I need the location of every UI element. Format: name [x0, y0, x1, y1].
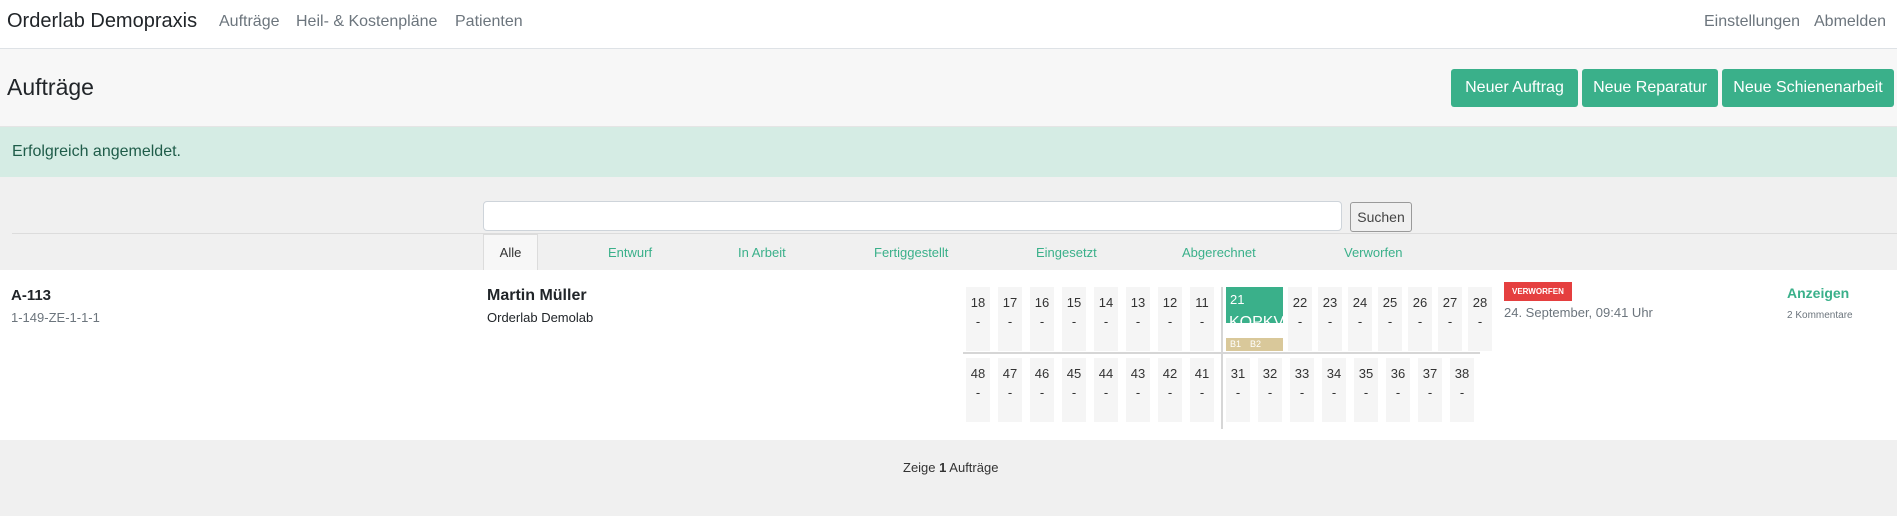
tooth-21-number: 21 — [1230, 292, 1245, 307]
tooth-34: 34- — [1322, 358, 1346, 422]
results-prefix: Zeige — [903, 460, 936, 475]
tooth-48: 48- — [966, 358, 990, 422]
tab-entwurf[interactable]: Entwurf — [608, 245, 652, 260]
tooth-tag: B1 — [1230, 339, 1242, 349]
nav-link-patienten[interactable]: Patienten — [455, 13, 523, 31]
tooth-22: 22- — [1288, 287, 1312, 351]
tooth-45: 45- — [1062, 358, 1086, 422]
tab-eingesetzt[interactable]: Eingesetzt — [1036, 245, 1097, 260]
tab-alle[interactable]: Alle — [483, 234, 538, 270]
order-code: 1-149-ZE-1-1-1 — [11, 310, 100, 325]
filter-divider — [12, 233, 1897, 234]
order-id[interactable]: A-113 — [11, 287, 51, 304]
tooth-21-selected: 21 KOPKV — [1226, 287, 1284, 331]
tooth-16: 16- — [1030, 287, 1054, 351]
tooth-15: 15- — [1062, 287, 1086, 351]
tooth-12: 12- — [1158, 287, 1182, 351]
new-repair-button[interactable]: Neue Reparatur — [1582, 69, 1718, 107]
tooth-23: 23- — [1318, 287, 1342, 351]
tooth-41: 41- — [1190, 358, 1214, 422]
tooth-35: 35- — [1354, 358, 1378, 422]
tab-verworfen[interactable]: Verworfen — [1344, 245, 1403, 260]
tab-abgerechnet[interactable]: Abgerechnet — [1182, 245, 1256, 260]
tooth-32: 32- — [1258, 358, 1282, 422]
nav-link-heil-kostenplaene[interactable]: Heil- & Kostenpläne — [296, 13, 437, 31]
page-header: Aufträge Neuer Auftrag Neue Reparatur Ne… — [0, 49, 1897, 127]
patient-lab: Orderlab Demolab — [487, 310, 594, 325]
tooth-24: 24- — [1348, 287, 1372, 351]
brand-link[interactable]: Orderlab Demopraxis — [7, 10, 197, 33]
search-button[interactable]: Suchen — [1350, 202, 1412, 232]
new-order-button[interactable]: Neuer Auftrag — [1451, 69, 1578, 107]
tooth-21-tags: B1 B2 — [1226, 338, 1283, 351]
tooth-21-code: KOPKV — [1229, 314, 1285, 331]
success-alert: Erfolgreich angemeldet. — [0, 127, 1897, 177]
status-badge: VERWORFEN — [1504, 282, 1572, 301]
tooth-18: 18- — [966, 287, 990, 351]
tooth-25: 25- — [1378, 287, 1402, 351]
tooth-11: 11- — [1190, 287, 1214, 351]
tab-fertiggestellt[interactable]: Fertiggestellt — [874, 245, 948, 260]
new-splint-button[interactable]: Neue Schienenarbeit — [1722, 69, 1894, 107]
comments-count[interactable]: 2 Kommentare — [1787, 310, 1853, 321]
nav-link-auftraege[interactable]: Aufträge — [219, 13, 279, 31]
page-title: Aufträge — [7, 74, 94, 100]
tooth-46: 46- — [1030, 358, 1054, 422]
status-date: 24. September, 09:41 Uhr — [1504, 305, 1653, 320]
nav-link-einstellungen[interactable]: Einstellungen — [1704, 13, 1800, 31]
tooth-tag: B2 — [1250, 339, 1262, 349]
show-order-link[interactable]: Anzeigen — [1787, 285, 1849, 301]
tab-in-arbeit[interactable]: In Arbeit — [738, 245, 786, 260]
tooth-27: 27- — [1438, 287, 1462, 351]
tooth-42: 42- — [1158, 358, 1182, 422]
tooth-14: 14- — [1094, 287, 1118, 351]
results-number: 1 — [939, 460, 947, 475]
tooth-33: 33- — [1290, 358, 1314, 422]
filter-area: Suchen Alle Entwurf In Arbeit Fertiggest… — [0, 177, 1897, 270]
results-suffix: Aufträge — [949, 460, 999, 475]
tooth-47: 47- — [998, 358, 1022, 422]
search-input[interactable] — [483, 201, 1342, 231]
nav-link-abmelden[interactable]: Abmelden — [1814, 13, 1886, 31]
tooth-17: 17- — [998, 287, 1022, 351]
tooth-38: 38- — [1450, 358, 1474, 422]
tooth-26: 26- — [1408, 287, 1432, 351]
tooth-31: 31- — [1226, 358, 1250, 422]
tooth-37: 37- — [1418, 358, 1442, 422]
tooth-28: 28- — [1468, 287, 1492, 351]
alert-message: Erfolgreich angemeldet. — [12, 143, 181, 160]
tooth-13: 13- — [1126, 287, 1150, 351]
tooth-36: 36- — [1386, 358, 1410, 422]
order-row[interactable]: A-113 1-149-ZE-1-1-1 Martin Müller Order… — [0, 270, 1897, 440]
patient-name: Martin Müller — [487, 287, 587, 304]
results-footer: Zeige 1 Aufträge — [0, 440, 1897, 516]
tooth-44: 44- — [1094, 358, 1118, 422]
navbar: Orderlab Demopraxis Aufträge Heil- & Kos… — [0, 0, 1897, 49]
results-count: Zeige 1 Aufträge — [903, 460, 998, 475]
jaw-divider-vertical — [1221, 287, 1223, 429]
tooth-43: 43- — [1126, 358, 1150, 422]
